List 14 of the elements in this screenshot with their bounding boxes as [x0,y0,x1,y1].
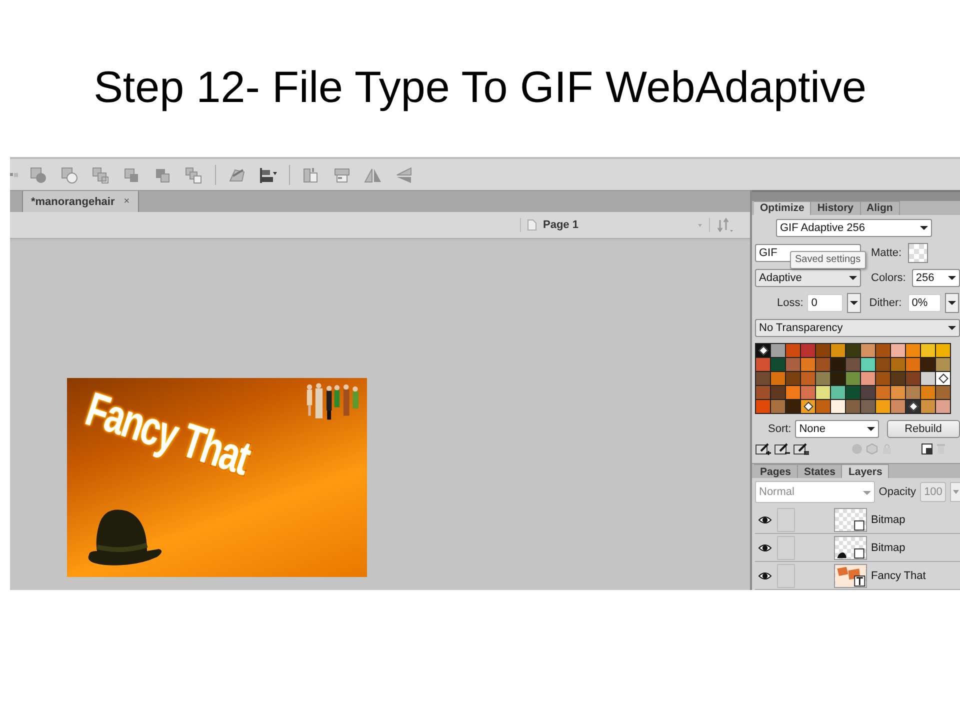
loss-label: Loss: [777,296,804,309]
layer-name: Bitmap [871,514,906,526]
layer-name: Fancy That [871,570,926,582]
layer-name: Bitmap [871,542,906,554]
page-name: Page 1 [543,219,578,231]
tooltip: Saved settings [790,250,866,269]
colors-label: Colors: [871,272,906,284]
headline-text: Fancy That [80,386,255,484]
slide-title: Step 12- File Type To GIF WebAdaptive [94,66,866,110]
matte-label: Matte: [871,246,902,259]
opacity-label: Opacity [878,486,916,498]
document-name: *manorangehair [31,196,115,208]
dither-label: Dither: [869,296,902,309]
sort-label: Sort: [768,422,792,435]
